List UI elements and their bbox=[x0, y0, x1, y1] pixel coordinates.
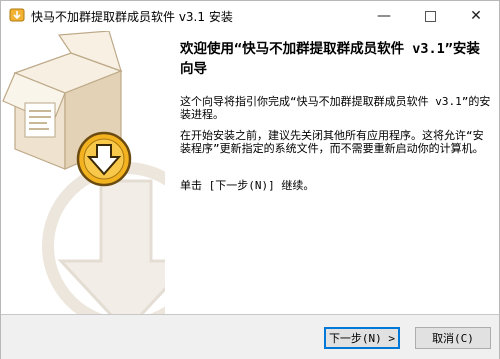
close-button[interactable]: ✕ bbox=[453, 1, 499, 31]
intro-paragraph: 这个向导将指引你完成“快马不加群提取群成员软件 v3.1”的安装进程。 bbox=[180, 95, 491, 121]
next-button[interactable]: 下一步(N) > bbox=[324, 327, 400, 349]
welcome-heading: 欢迎使用“快马不加群提取群成员软件 v3.1”安装向导 bbox=[180, 41, 480, 77]
minimize-button[interactable]: — bbox=[361, 1, 407, 31]
window-title: 快马不加群提取群成员软件 v3.1 安装 bbox=[31, 10, 233, 24]
installer-window: 快马不加群提取群成员软件 v3.1 安装 — ✕ 欢迎使用“快马不加群提取群成员… bbox=[0, 0, 500, 359]
box-download-icon bbox=[2, 31, 165, 314]
continue-instruction: 单击 [下一步(N)] 继续。 bbox=[180, 179, 315, 192]
installer-icon bbox=[9, 7, 25, 23]
welcome-panel: 欢迎使用“快马不加群提取群成员软件 v3.1”安装向导 这个向导将指引你完成“快… bbox=[165, 31, 499, 314]
cancel-button[interactable]: 取消(C) bbox=[415, 327, 491, 349]
maximize-icon bbox=[424, 10, 436, 22]
wizard-sidebar bbox=[1, 31, 165, 314]
maximize-button[interactable] bbox=[407, 1, 453, 31]
advice-paragraph: 在开始安装之前，建议先关闭其他所有应用程序。这将允许“安装程序”更新指定的系统文… bbox=[180, 129, 484, 155]
button-bar: 下一步(N) > 取消(C) bbox=[1, 315, 499, 359]
title-bar: 快马不加群提取群成员软件 v3.1 安装 — ✕ bbox=[1, 1, 499, 31]
